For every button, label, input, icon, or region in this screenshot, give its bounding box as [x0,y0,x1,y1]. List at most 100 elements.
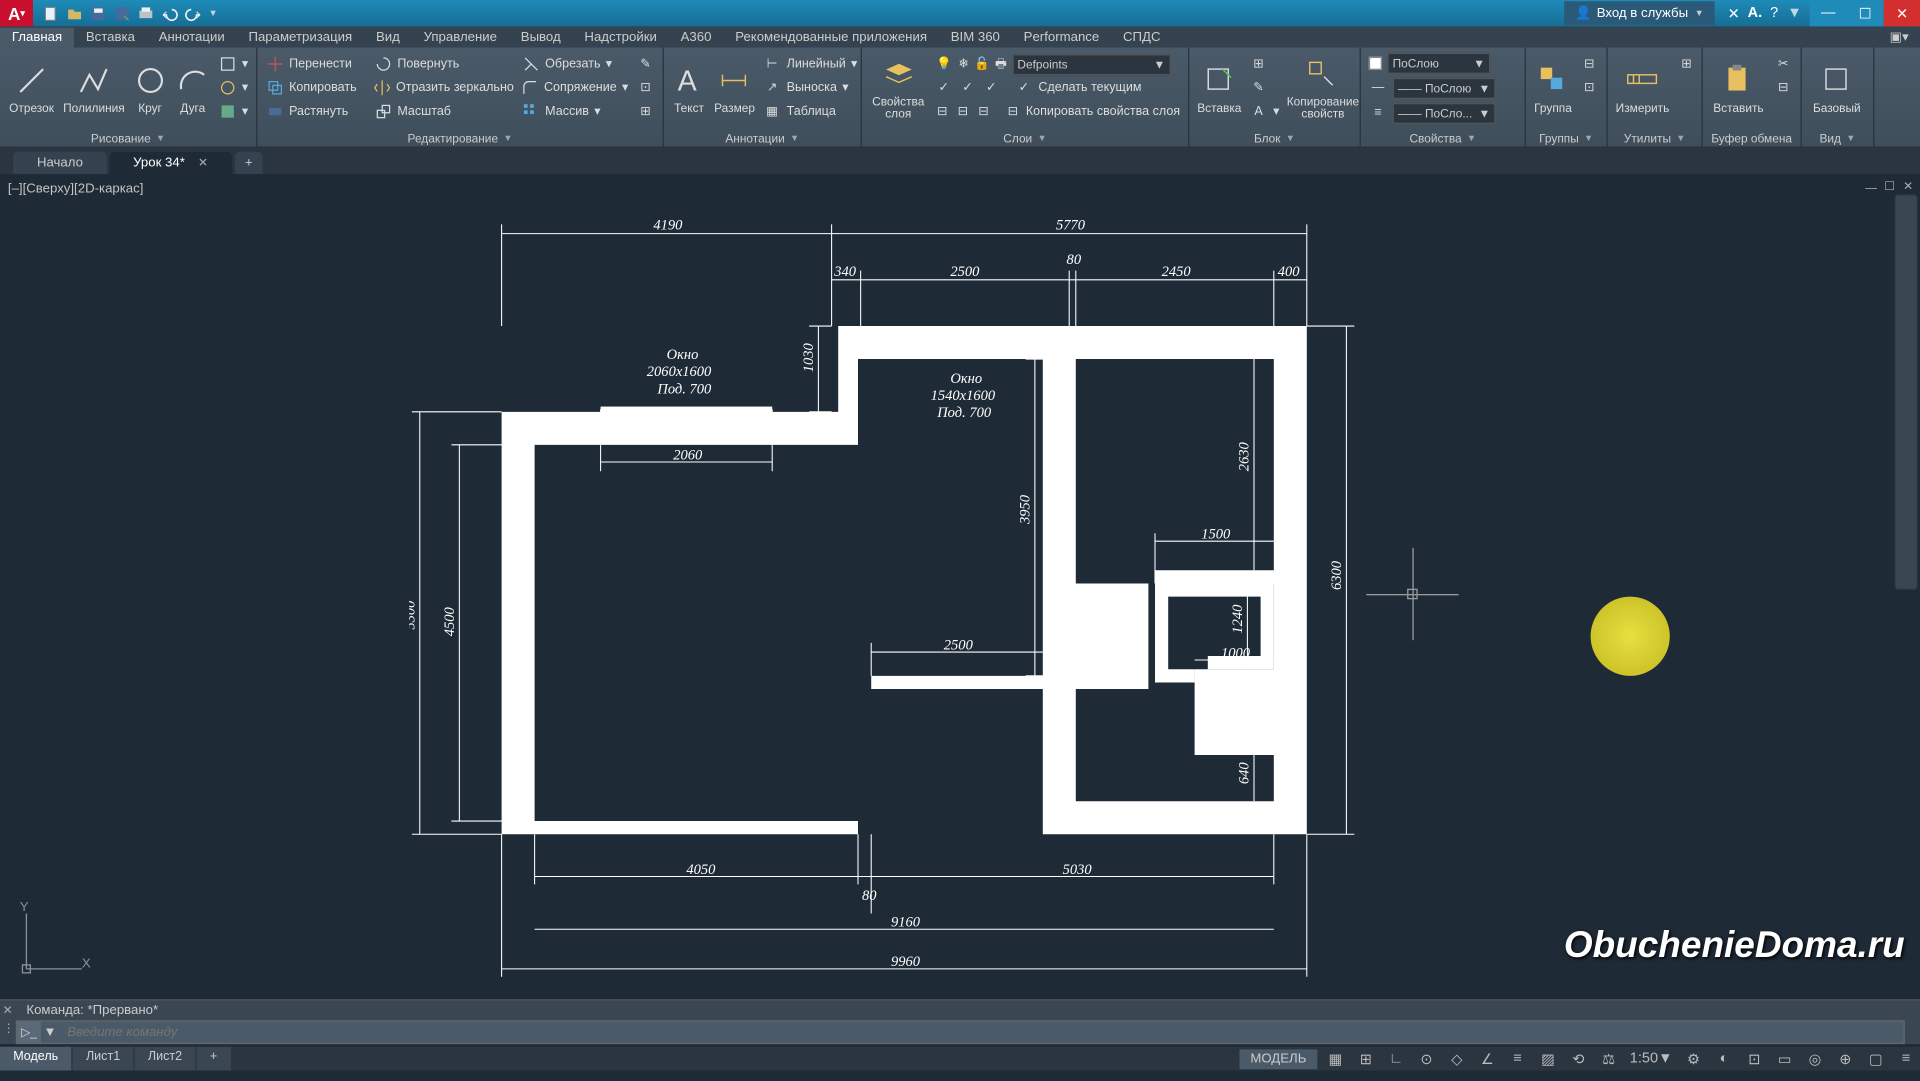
ribbon-tab-a360[interactable]: A360 [669,28,724,48]
rotate-button[interactable]: Повернуть [371,53,516,75]
model-tab[interactable]: Модель [0,1047,73,1071]
lineweight-toggle[interactable]: ≡ [1503,1047,1532,1071]
ribbon-tab-home[interactable]: Главная [0,28,74,48]
add-layout-button[interactable]: + [197,1047,232,1071]
new-icon[interactable] [41,4,59,22]
clipboard-panel-title[interactable]: Буфер обмена [1708,131,1795,147]
move-button[interactable]: Перенести [263,53,369,75]
dimension-button[interactable]: Размер [711,50,757,127]
ribbon-tab-annotate[interactable]: Аннотации [147,28,237,48]
mirror-button[interactable]: Отразить зеркально [371,77,516,99]
utils-panel-title[interactable]: Утилиты▼ [1613,131,1696,147]
scale-button[interactable]: Масштаб [371,100,516,122]
command-prompt-icon[interactable]: ▷_ [17,1022,41,1043]
ribbon-tab-spds[interactable]: СПДС [1111,28,1172,48]
modelspace-badge[interactable]: МОДЕЛЬ [1240,1049,1317,1069]
command-input[interactable] [59,1025,1903,1040]
annoscale-icon[interactable]: ⚖ [1594,1047,1623,1071]
ribbon-minimize-icon[interactable]: ▣▾ [1878,28,1920,48]
make-current-button[interactable]: ✓✓✓ ✓Сделать текущим [932,77,1183,99]
modify-extra-1[interactable]: ✎ [634,53,658,75]
maximize-button[interactable]: ☐ [1847,0,1884,26]
copy-layer-props-button[interactable]: ⊟⊟⊟ ⊟Копировать свойства слоя [932,100,1183,122]
trim-button[interactable]: Обрезать ▾ [519,53,631,75]
group-button[interactable]: Группа [1531,50,1575,127]
ribbon-tab-manage[interactable]: Управление [412,28,509,48]
color-dropdown[interactable]: ПоСлою▼ [1366,51,1519,73]
units-toggle[interactable]: ⊡ [1740,1047,1769,1071]
modify-panel-title[interactable]: Редактирование▼ [263,131,658,147]
block-edit-button[interactable]: ✎ [1247,77,1282,99]
new-tab-button[interactable]: + [234,152,263,174]
annomon-toggle[interactable]: ◐ [1709,1047,1738,1071]
plot-icon[interactable] [136,4,154,22]
save-icon[interactable] [88,4,106,22]
hardware-toggle[interactable]: ⊕ [1831,1047,1860,1071]
matchprops-button[interactable]: Копирование свойств [1285,50,1362,127]
saveas-icon[interactable] [112,4,130,22]
props-panel-title[interactable]: Свойства▼ [1366,131,1519,147]
ribbon-tab-addins[interactable]: Надстройки [573,28,669,48]
viewport-label[interactable]: [–][Сверху][2D-каркас] [8,182,144,197]
misc-draw-3[interactable]: ▾ [215,100,250,122]
view-panel-title[interactable]: Вид▼ [1807,131,1868,147]
isolate-toggle[interactable]: ◎ [1800,1047,1829,1071]
groups-panel-title[interactable]: Группы▼ [1531,131,1601,147]
ungroup-button[interactable]: ⊟ [1577,53,1601,75]
snap-toggle[interactable]: ⊞ [1351,1047,1380,1071]
layers-panel-title[interactable]: Слои▼ [867,131,1182,147]
line-button[interactable]: Отрезок [5,50,58,127]
command-line[interactable]: ▷_ ▼ [16,1020,1905,1044]
open-icon[interactable] [65,4,83,22]
autodesk-icon[interactable]: А. [1748,5,1763,21]
ribbon-tab-featured[interactable]: Рекомендованные приложения [723,28,939,48]
arc-button[interactable]: Дуга [173,50,213,127]
otrack-toggle[interactable]: ∠ [1473,1047,1502,1071]
osnap-toggle[interactable]: ◇ [1442,1047,1471,1071]
block-panel-title[interactable]: Блок▼ [1195,131,1355,147]
close-tab-icon[interactable]: ✕ [198,156,208,169]
modify-extra-2[interactable]: ⊡ [634,77,658,99]
quickprops-toggle[interactable]: ▭ [1770,1047,1799,1071]
ribbon-tab-view[interactable]: Вид [364,28,412,48]
workspace-toggle[interactable]: ⚙ [1679,1047,1708,1071]
vp-minimize-icon[interactable]: — [1864,180,1879,195]
layer-dropdown[interactable]: 💡❄🔓🖶Defpoints▼ [932,53,1183,75]
cut-button[interactable]: ✂ [1771,53,1795,75]
block-create-button[interactable]: ⊞ [1247,53,1282,75]
transparency-toggle[interactable]: ▨ [1533,1047,1562,1071]
measure-button[interactable]: Измерить [1613,50,1672,127]
text-button[interactable]: AТекст [669,50,709,127]
fillet-button[interactable]: Сопряжение ▾ [519,77,631,99]
redo-icon[interactable] [183,4,201,22]
scale-display[interactable]: 1:50▼ [1625,1047,1678,1071]
clip-copy-button[interactable]: ⊟ [1771,77,1795,99]
annot-panel-title[interactable]: Аннотации▼ [669,131,855,147]
circle-button[interactable]: Круг [130,50,170,127]
cmd-close-icon[interactable]: ✕ [3,1003,16,1018]
help-icon[interactable]: ? [1770,5,1778,21]
table-button[interactable]: ▦Таблица [760,100,860,122]
draw-panel-title[interactable]: Рисование▼ [5,131,251,147]
signin-button[interactable]: 👤Вход в службы▼ [1564,1,1714,25]
linetype-dropdown[interactable]: ≡—— ПоСло...▼ [1366,102,1519,124]
drawing-tab[interactable]: Урок 34*✕ [109,152,231,174]
cycling-toggle[interactable]: ⟲ [1564,1047,1593,1071]
minimize-button[interactable]: — [1810,0,1847,26]
misc-draw-2[interactable]: ▾ [215,77,250,99]
vp-maximize-icon[interactable]: ☐ [1882,180,1897,195]
array-button[interactable]: Массив ▾ [519,100,631,122]
leader-button[interactable]: ↗Выноска ▾ [760,77,860,99]
qat-dropdown-icon[interactable]: ▼ [209,9,218,18]
polyline-button[interactable]: Полилиния [60,50,127,127]
group-edit-button[interactable]: ⊡ [1577,77,1601,99]
copy-button[interactable]: Копировать [263,77,369,99]
util-extra[interactable]: ⊞ [1675,53,1699,75]
start-tab[interactable]: Начало [13,152,107,174]
layer-props-button[interactable]: Свойства слоя [867,50,929,127]
stretch-button[interactable]: Растянуть [263,100,369,122]
ribbon-tab-insert[interactable]: Вставка [74,28,147,48]
misc-draw-1[interactable]: ▾ [215,53,250,75]
customize-status[interactable]: ≡ [1892,1047,1920,1071]
navigation-bar[interactable] [1894,194,1918,590]
